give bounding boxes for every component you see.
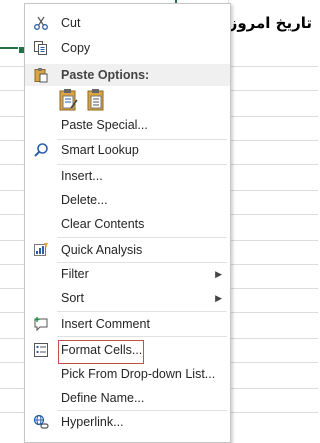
format-cells-icon xyxy=(33,342,49,358)
menu-item-hyperlink[interactable]: Hyperlink... xyxy=(25,410,230,434)
format-cells-highlight xyxy=(58,340,144,364)
menu-item-delete[interactable]: Delete... xyxy=(25,188,230,212)
menu-item-label: Clear Contents xyxy=(61,217,145,231)
menu-item-label: Sort xyxy=(61,291,84,305)
menu-item-label: Filter xyxy=(61,267,89,281)
cell-text: تاریخ امروز xyxy=(228,14,312,32)
menu-item-insert-comment[interactable]: Insert Comment xyxy=(25,312,230,336)
submenu-arrow-icon: ▶ xyxy=(215,269,222,279)
context-menu: Cut Copy Paste Options: Paste Special...… xyxy=(24,3,231,443)
menu-item-cut[interactable]: Cut xyxy=(25,11,230,35)
menu-item-label: Define Name... xyxy=(61,391,145,405)
comment-icon xyxy=(33,316,49,332)
menu-item-label: Delete... xyxy=(61,193,108,207)
menu-item-copy[interactable]: Copy xyxy=(25,36,230,60)
menu-item-paste-special[interactable]: Paste Special... xyxy=(25,113,230,137)
search-icon xyxy=(33,142,49,158)
menu-item-label: Cut xyxy=(61,16,81,30)
menu-item-insert[interactable]: Insert... xyxy=(25,164,230,188)
menu-item-label: Copy xyxy=(61,41,91,55)
paste-options-label: Paste Options: xyxy=(61,68,150,82)
quick-analysis-icon xyxy=(33,242,49,258)
menu-item-label: Smart Lookup xyxy=(61,143,139,157)
menu-item-smart-lookup[interactable]: Smart Lookup xyxy=(25,138,230,162)
menu-item-filter[interactable]: Filter ▶ xyxy=(25,262,230,286)
menu-separator xyxy=(57,336,227,337)
menu-item-label: Insert... xyxy=(61,169,103,183)
menu-item-label: Pick From Drop-down List... xyxy=(61,367,216,381)
menu-item-define-name[interactable]: Define Name... xyxy=(25,386,230,410)
submenu-arrow-icon: ▶ xyxy=(215,293,222,303)
copy-icon xyxy=(33,40,49,56)
menu-item-clear-contents[interactable]: Clear Contents xyxy=(25,212,230,236)
paste-options-header: Paste Options: xyxy=(25,64,230,86)
scissors-icon xyxy=(33,15,49,31)
paste-button[interactable] xyxy=(58,88,80,112)
menu-item-quick-analysis[interactable]: Quick Analysis xyxy=(25,238,230,262)
hyperlink-icon xyxy=(33,414,49,430)
menu-item-label: Paste Special... xyxy=(61,118,148,132)
paste-values-button[interactable] xyxy=(86,88,108,112)
menu-item-label: Insert Comment xyxy=(61,317,150,331)
menu-item-label: Hyperlink... xyxy=(61,415,124,429)
menu-item-label: Quick Analysis xyxy=(61,243,143,257)
menu-item-sort[interactable]: Sort ▶ xyxy=(25,286,230,310)
clipboard-icon xyxy=(33,67,49,83)
menu-item-pick-from-dropdown[interactable]: Pick From Drop-down List... xyxy=(25,362,230,386)
